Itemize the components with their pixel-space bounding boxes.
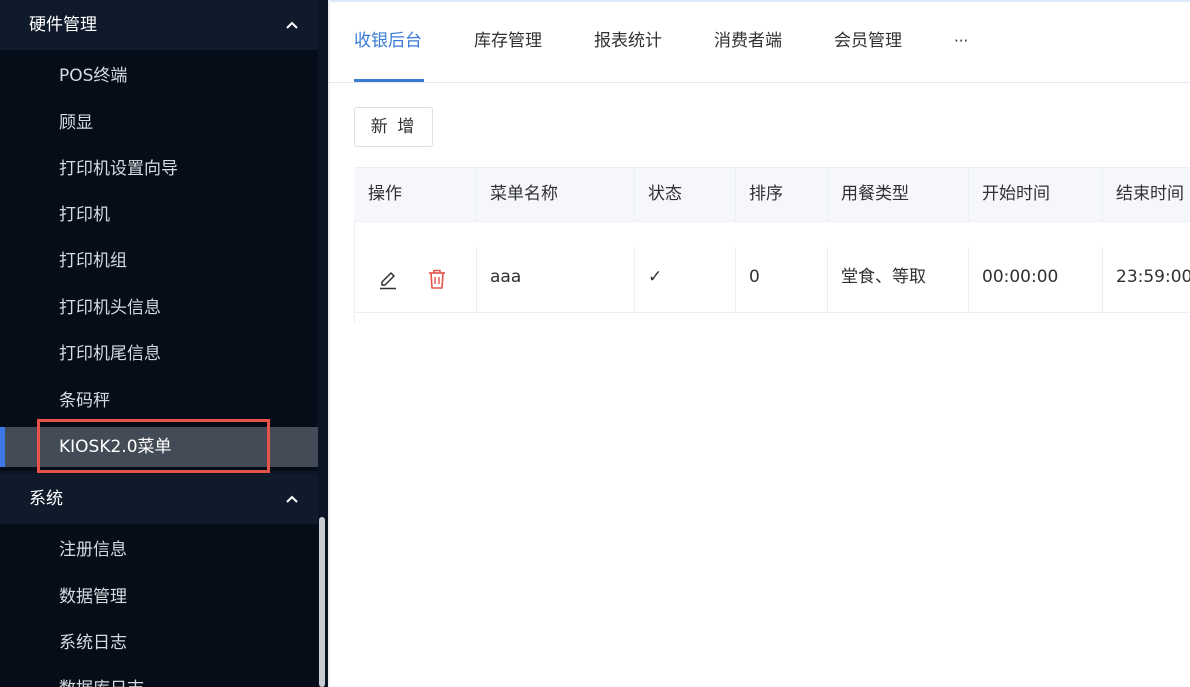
tab-consumer[interactable]: 消费者端 (714, 0, 782, 82)
column-header-end-time: 结束时间 (1116, 184, 1184, 204)
column-divider (634, 247, 635, 312)
column-header-sort: 排序 (749, 184, 783, 204)
active-tab-underline (354, 79, 424, 82)
sidebar-item-printer[interactable]: 打印机 (0, 195, 318, 235)
sidebar-item-label: KIOSK2.0菜单 (59, 437, 172, 457)
sidebar-item-printer-footer[interactable]: 打印机尾信息 (0, 334, 318, 374)
sidebar-item-label: 数据库日志 (59, 669, 144, 687)
add-button[interactable]: 新 增 (354, 107, 433, 147)
menu-group-hardware[interactable]: 硬件管理 (0, 0, 318, 50)
sidebar-item-label: 系统日志 (59, 633, 127, 653)
tab-pos-backend[interactable]: 收银后台 (354, 0, 422, 82)
menu-group-title: 系统 (29, 489, 63, 509)
sidebar-item-database-log[interactable]: 数据库日志 (0, 669, 318, 687)
sidebar-item-printer-header[interactable]: 打印机头信息 (0, 288, 318, 328)
sidebar-scrollbar-thumb[interactable] (319, 517, 325, 687)
sidebar-item-label: 打印机 (59, 205, 110, 225)
sidebar-item-label: POS终端 (59, 66, 128, 86)
cell-meal-type: 堂食、等取 (841, 267, 926, 287)
sidebar-item-label: 打印机尾信息 (59, 344, 161, 364)
column-header-actions: 操作 (368, 184, 402, 204)
cell-menu-name: aaa (490, 267, 522, 287)
column-divider (634, 167, 635, 222)
sidebar: 硬件管理 POS终端 顾显 打印机设置向导 打印机 打印机组 打印机头信息 打印… (0, 0, 328, 687)
sidebar-item-label: 打印机组 (59, 251, 127, 271)
tab-reports[interactable]: 报表统计 (594, 0, 662, 82)
edit-icon[interactable] (377, 269, 399, 291)
column-divider (735, 167, 736, 222)
tab-membership[interactable]: 会员管理 (834, 0, 902, 82)
sidebar-item-registration[interactable]: 注册信息 (0, 530, 318, 570)
sidebar-item-label: 注册信息 (59, 540, 127, 560)
sidebar-item-label: 顾显 (59, 113, 93, 133)
cell-end-time: 23:59:00 (1116, 267, 1190, 287)
column-divider (1102, 247, 1103, 312)
sidebar-item-printer-group[interactable]: 打印机组 (0, 241, 318, 281)
chevron-up-icon[interactable] (284, 491, 300, 507)
sidebar-item-data-management[interactable]: 数据管理 (0, 577, 318, 617)
cell-status-check-icon: ✓ (648, 267, 663, 287)
tab-inventory[interactable]: 库存管理 (474, 0, 542, 82)
sidebar-item-label: 数据管理 (59, 587, 127, 607)
menu-group-title: 硬件管理 (29, 15, 97, 35)
sidebar-item-label: 打印机设置向导 (59, 159, 178, 179)
sidebar-item-system-log[interactable]: 系统日志 (0, 623, 318, 663)
column-divider (476, 247, 477, 312)
menu-group-system[interactable]: 系统 (0, 474, 318, 524)
column-header-meal-type: 用餐类型 (841, 184, 909, 204)
cell-sort: 0 (749, 267, 760, 287)
active-indicator (0, 427, 5, 467)
sidebar-item-printer-wizard[interactable]: 打印机设置向导 (0, 149, 318, 189)
column-divider (968, 247, 969, 312)
sidebar-item-label: 打印机头信息 (59, 298, 161, 318)
sidebar-item-pos-terminal[interactable]: POS终端 (0, 56, 318, 96)
column-header-start-time: 开始时间 (982, 184, 1050, 204)
sidebar-item-customer-display[interactable]: 顾显 (0, 103, 318, 143)
chevron-up-icon[interactable] (284, 17, 300, 33)
table-row: aaa ✓ 0 堂食、等取 00:00:00 23:59:00 (354, 222, 1190, 313)
submenu-system: 注册信息 数据管理 系统日志 数据库日志 (0, 524, 318, 687)
sidebar-item-barcode-scale[interactable]: 条码秤 (0, 381, 318, 421)
column-divider (827, 167, 828, 222)
trash-icon[interactable] (426, 268, 448, 290)
sidebar-item-label: 条码秤 (59, 391, 110, 411)
submenu-hardware: POS终端 顾显 打印机设置向导 打印机 打印机组 打印机头信息 打印机尾信息 … (0, 50, 318, 471)
column-header-menu-name: 菜单名称 (490, 184, 558, 204)
column-divider (735, 247, 736, 312)
cell-start-time: 00:00:00 (982, 267, 1059, 287)
column-divider (1102, 167, 1103, 222)
sidebar-item-kiosk-menu[interactable]: KIOSK2.0菜单 (0, 427, 318, 467)
column-header-status: 状态 (648, 184, 682, 204)
column-divider (968, 167, 969, 222)
column-divider (827, 247, 828, 312)
top-tabs: 收银后台 库存管理 报表统计 消费者端 会员管理 ··· (328, 0, 1190, 83)
table-header: 操作 菜单名称 状态 排序 用餐类型 开始时间 结束时间 (354, 167, 1190, 222)
tab-more[interactable]: ··· (954, 0, 968, 82)
column-divider (476, 167, 477, 222)
main-content: 收银后台 库存管理 报表统计 消费者端 会员管理 ··· 新 增 操作 菜单名称… (328, 0, 1190, 687)
main-left-border (328, 0, 330, 687)
